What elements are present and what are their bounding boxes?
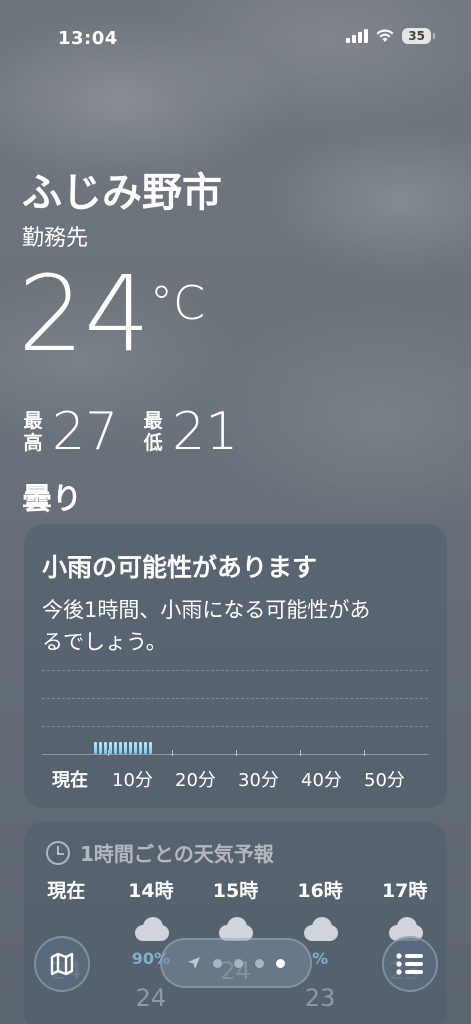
precip-bar <box>114 742 117 754</box>
hour-label: 15時 <box>212 880 259 902</box>
hour-label: 16時 <box>297 880 343 902</box>
precipitation-title: 小雨の可能性があります <box>42 553 318 582</box>
pager-dot[interactable] <box>255 958 264 968</box>
chart-gridline <box>42 670 428 671</box>
temperature-unit: °C <box>150 276 206 330</box>
clock-icon <box>46 840 70 865</box>
chart-baseline <box>42 754 428 755</box>
city-name: ふじみ野市 <box>22 170 222 216</box>
current-temperature: 24 <box>18 253 151 375</box>
weather-condition: 曇り <box>22 482 82 517</box>
precip-bar <box>104 742 107 754</box>
precip-bar <box>124 742 127 754</box>
x-label: 50分 <box>364 770 405 791</box>
chart-gridline <box>42 698 428 699</box>
precip-bar <box>129 742 132 754</box>
x-label: 10分 <box>112 770 153 791</box>
location-list-button[interactable] <box>382 936 438 992</box>
cellular-signal-icon <box>346 29 369 43</box>
low-temperature: 21 <box>172 402 239 462</box>
precipitation-card[interactable]: 小雨の可能性があります 今後1時間、小雨になる可能性があるでしょう。 現在 10… <box>24 524 447 808</box>
precip-bar <box>94 742 97 754</box>
location-subtitle: 勤務先 <box>22 226 89 251</box>
location-arrow-icon <box>188 957 200 969</box>
chart-gridline <box>42 726 428 727</box>
x-label: 20分 <box>175 770 216 791</box>
x-label: 30分 <box>238 770 279 791</box>
hourly-forecast-card[interactable]: 1時間ごとの天気予報 現在 24 14時 90% 24 15時 24 16時 %… <box>24 822 447 1024</box>
precip-bar <box>149 742 152 754</box>
chart-tick <box>236 750 237 756</box>
low-label: 最低 <box>143 410 163 454</box>
high-temperature: 27 <box>52 402 119 462</box>
battery-indicator: 35 <box>402 28 435 44</box>
hour-label: 14時 <box>128 880 174 902</box>
precip-bar <box>144 742 147 754</box>
status-time: 13:04 <box>58 28 118 49</box>
status-bar: 13:04 35 <box>0 0 471 70</box>
chart-tick <box>364 750 365 756</box>
pager-dot[interactable] <box>234 958 243 968</box>
precipitation-x-labels: 現在 10分 20分 30分 40分 50分 <box>42 766 427 792</box>
map-button[interactable] <box>34 936 90 992</box>
chart-tick <box>300 750 301 756</box>
map-icon <box>50 952 74 976</box>
status-icons: 35 <box>346 28 435 44</box>
list-icon <box>396 953 423 975</box>
hour-temp: 23 <box>304 984 336 1012</box>
precip-bar <box>119 742 122 754</box>
x-label: 40分 <box>301 770 342 791</box>
cloud-rain-icon <box>131 917 171 941</box>
location-pager[interactable] <box>160 938 312 988</box>
hourly-forecast-header: 1時間ごとの天気予報 <box>46 838 274 867</box>
hour-label: 17時 <box>381 880 428 902</box>
pager-dot[interactable] <box>213 958 222 968</box>
wifi-icon <box>376 29 394 43</box>
precip-bar <box>99 742 102 754</box>
hour-label: 現在 <box>47 880 86 902</box>
hour-temp: 24 <box>135 984 167 1012</box>
hourly-forecast-title: 1時間ごとの天気予報 <box>80 842 274 866</box>
precip-bar <box>109 742 112 754</box>
cloud-rain-icon <box>300 917 340 941</box>
precipitation-bars <box>94 742 152 754</box>
precip-bar <box>139 742 142 754</box>
precipitation-description: 今後1時間、小雨になる可能性があるでしょう。 <box>42 598 371 654</box>
chart-tick <box>172 750 173 756</box>
high-low: 最高 27 最低 21 <box>22 402 262 462</box>
precip-bar <box>134 742 137 754</box>
x-label: 現在 <box>52 770 88 791</box>
high-label: 最高 <box>23 410 43 454</box>
pager-dot-active[interactable] <box>276 958 285 968</box>
